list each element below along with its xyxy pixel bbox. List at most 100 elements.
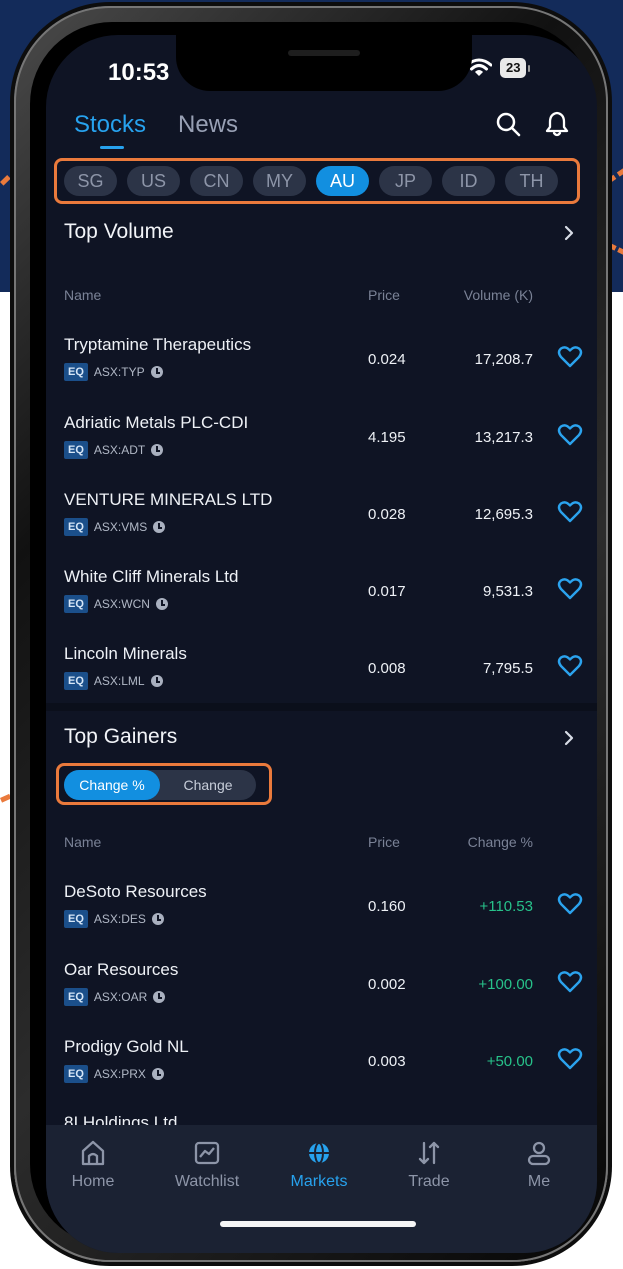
stock-change: +110.53 — [479, 898, 533, 915]
stock-meta: EQ ASX:VMS — [64, 518, 166, 536]
table-row[interactable]: Oar Resources EQ ASX:OAR 0.002 +100.00 — [46, 960, 597, 1032]
table-row[interactable]: White Cliff Minerals Ltd EQ ASX:WCN 0.01… — [46, 567, 597, 639]
stock-price: 0.028 — [368, 506, 406, 523]
eq-badge: EQ — [64, 595, 88, 613]
stock-volume: 13,217.3 — [474, 429, 533, 446]
nav-label: Me — [527, 1173, 551, 1190]
column-header-name: Name — [64, 834, 102, 850]
nav-home[interactable]: Home — [46, 1139, 148, 1191]
heart-icon[interactable] — [557, 654, 583, 678]
eq-badge: EQ — [64, 988, 88, 1006]
tab-stocks[interactable]: Stocks — [74, 111, 146, 149]
battery-icon — [528, 64, 531, 72]
home-indicator — [220, 1221, 416, 1227]
stock-meta: EQ ASX:ADT — [64, 441, 164, 459]
table-row[interactable]: Adriatic Metals PLC-CDI EQ ASX:ADT 4.195… — [46, 413, 597, 485]
column-header-price: Price — [368, 287, 400, 303]
stock-price: 0.160 — [368, 898, 406, 915]
toggle-change-percent[interactable]: Change % — [64, 770, 160, 800]
profile-icon — [527, 1141, 551, 1166]
heart-icon[interactable] — [557, 423, 583, 447]
stock-name: DeSoto Resources — [64, 882, 207, 901]
market-us[interactable]: US — [127, 166, 180, 196]
market-my[interactable]: MY — [253, 166, 306, 196]
stock-change: +50.00 — [486, 1053, 533, 1070]
stock-volume: 17,208.7 — [474, 351, 533, 368]
ticker: ASX:TYP — [93, 365, 145, 379]
market-id[interactable]: ID — [442, 166, 495, 196]
stock-price: 0.002 — [368, 976, 406, 993]
eq-badge: EQ — [64, 363, 88, 381]
eq-badge: EQ — [64, 910, 88, 928]
ticker: ASX:PRX — [93, 1067, 146, 1081]
nav-label: Watchlist — [174, 1173, 240, 1190]
globe-icon — [309, 1142, 329, 1164]
nav-me[interactable]: Me — [484, 1139, 594, 1191]
clock-icon — [150, 366, 163, 378]
ticker: ASX:ADT — [93, 443, 146, 457]
battery-level: 23 — [500, 58, 527, 78]
tab-news[interactable]: News — [178, 111, 238, 139]
clock-icon — [151, 1068, 164, 1080]
stock-meta: EQ ASX:LML — [64, 672, 163, 690]
ticker: ASX:LML — [93, 674, 145, 688]
stock-volume: 9,531.3 — [482, 583, 533, 600]
nav-markets[interactable]: Markets — [264, 1139, 374, 1191]
stock-name: Prodigy Gold NL — [64, 1037, 189, 1056]
clock-icon — [155, 598, 168, 610]
heart-icon[interactable] — [557, 1047, 583, 1071]
gainers-toggle: Change % Change — [56, 763, 272, 805]
table-row[interactable]: Tryptamine Therapeutics EQ ASX:TYP 0.024… — [46, 335, 597, 407]
nav-label: Trade — [408, 1173, 450, 1190]
nav-label: Home — [71, 1173, 115, 1190]
app-screen: 10:53 23 Stocks News SG US CN MY AU JP I… — [46, 35, 597, 1253]
eq-badge: EQ — [64, 441, 88, 459]
home-icon — [81, 1140, 105, 1166]
stock-name: VENTURE MINERALS LTD — [64, 490, 273, 509]
column-header-name: Name — [64, 287, 102, 303]
heart-icon[interactable] — [557, 970, 583, 994]
stock-price: 0.008 — [368, 660, 406, 677]
market-th[interactable]: TH — [505, 166, 558, 196]
heart-icon[interactable] — [557, 892, 583, 916]
nav-trade[interactable]: Trade — [374, 1139, 484, 1191]
nav-watchlist[interactable]: Watchlist — [152, 1139, 262, 1191]
notch — [176, 35, 472, 91]
search-icon[interactable] — [495, 111, 521, 137]
heart-icon[interactable] — [557, 345, 583, 369]
chevron-right-icon[interactable] — [563, 729, 575, 747]
column-header-change: Change % — [467, 834, 533, 850]
eq-badge: EQ — [64, 672, 88, 690]
eq-badge: EQ — [64, 518, 88, 536]
stock-price: 0.017 — [368, 583, 406, 600]
heart-icon[interactable] — [557, 500, 583, 524]
column-header-price: Price — [368, 834, 400, 850]
bell-icon[interactable] — [545, 111, 569, 137]
section-divider — [46, 703, 597, 711]
table-row[interactable]: VENTURE MINERALS LTD EQ ASX:VMS 0.028 12… — [46, 490, 597, 562]
stock-price: 0.024 — [368, 351, 406, 368]
market-jp[interactable]: JP — [379, 166, 432, 196]
stock-name: White Cliff Minerals Ltd — [64, 567, 239, 586]
stock-name: Tryptamine Therapeutics — [64, 335, 252, 354]
table-row[interactable]: Prodigy Gold NL EQ ASX:PRX 0.003 +50.00 — [46, 1037, 597, 1109]
section-title-top-volume: Top Volume — [64, 220, 174, 243]
stock-price: 4.195 — [368, 429, 406, 446]
stock-name: Adriatic Metals PLC-CDI — [64, 413, 249, 432]
stock-name: Oar Resources — [64, 960, 179, 979]
clock-icon — [151, 913, 164, 925]
market-au[interactable]: AU — [316, 166, 369, 196]
market-cn[interactable]: CN — [190, 166, 243, 196]
ticker: ASX:DES — [93, 912, 146, 926]
clock-icon — [153, 991, 166, 1003]
heart-icon[interactable] — [557, 577, 583, 601]
stock-volume: 7,795.5 — [482, 660, 533, 677]
table-row[interactable]: DeSoto Resources EQ ASX:DES 0.160 +110.5… — [46, 882, 597, 954]
header-actions — [495, 111, 569, 137]
toggle-change[interactable]: Change — [160, 770, 256, 800]
ticker: ASX:VMS — [93, 520, 148, 534]
chevron-right-icon[interactable] — [563, 224, 575, 242]
stock-meta: EQ ASX:OAR — [64, 988, 166, 1006]
ticker: ASX:OAR — [93, 990, 148, 1004]
market-sg[interactable]: SG — [64, 166, 117, 196]
